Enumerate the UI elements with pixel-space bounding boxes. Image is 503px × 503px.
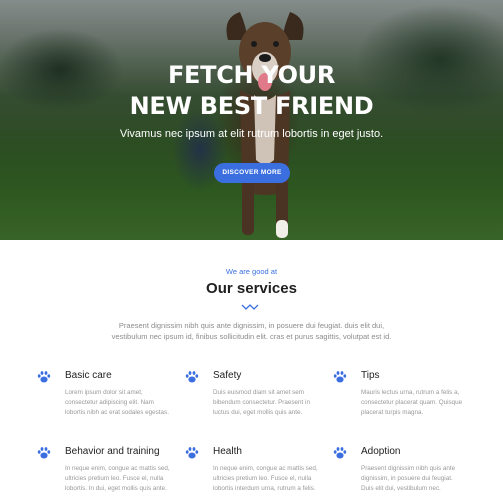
service-description-line: Mauris lectus urna, rutrum a felis a, [361,389,460,396]
service-description-line: consectetur adipiscing elit. Nam [65,399,154,406]
service-description-line: lobortis interdum urna, rutrum a felis. [213,485,316,492]
service-description-line: dignissim, in posuere dui feugiat. [361,475,453,482]
service-title: Adoption [361,446,401,457]
section-eyebrow: We are good at [225,267,278,276]
service-description: In neque enim, congue ac mattis sed, ult… [65,464,195,494]
service-description-line: Lorem ipsum dolor sit amet, [65,389,143,396]
service-description-line: lobortis nibh ac erat sodales egestas. [65,409,169,416]
hero-title-line2: NEW BEST FRIEND [129,92,374,120]
paw-icon [333,371,347,383]
hero-subtitle: Vivamus nec ipsum at elit rutrum loborti… [119,128,384,140]
service-description-line: luctus dui, eget mollis quis ante. [213,409,303,416]
service-description: Lorem ipsum dolor sit amet, consectetur … [65,388,195,418]
service-description-line: ultricies pretium leo. Fusce el, nulla [213,475,312,482]
discover-more-button[interactable]: DISCOVER MORE [214,163,290,183]
service-title: Behavior and training [65,446,160,457]
section-intro: Praesent dignissim nibh quis ante dignis… [105,320,398,342]
service-description-line: In neque enim, congue ac mattis sed, [213,465,318,472]
service-description-line: lobortis. In dui, eget mollis quis ante. [65,485,167,492]
service-description: In neque enim, congue ac mattis sed, ult… [213,464,343,494]
paw-icon [185,371,199,383]
service-description: Duis euismod diam sit amet sem bibendum … [213,388,343,418]
hero-title-line1: FETCH YOUR [167,61,336,89]
service-title: Safety [213,370,242,381]
section-intro-line2: vestibulum nec ipsum id, finibus sollici… [111,332,392,341]
service-description: Mauris lectus urna, rutrum a felis a, co… [361,388,491,418]
service-description: Praesent dignissim nibh quis ante dignis… [361,464,491,494]
wave-divider-icon [241,304,259,310]
paw-icon [185,447,199,459]
service-description-line: consectetur placerat quam. Quisque [361,399,463,406]
dog-photo [226,12,304,238]
hero-title: FETCH YOUR NEW BEST FRIEND [0,60,503,122]
service-title: Health [213,446,242,457]
service-description-line: bibendum consectetur. Praesent in [213,399,310,406]
service-description-line: ultricies pretium leo. Fusce el, nulla [65,475,164,482]
section-title: Our services [206,280,297,297]
service-description-line: Praesent dignissim nibh quis ante [361,465,456,472]
service-title: Basic care [65,370,112,381]
service-description-line: Duis elit dui, vestibulum nec. [361,485,441,492]
service-description-line: placerat turpis magna. [361,409,424,416]
section-intro-line1: Praesent dignissim nibh quis ante dignis… [118,321,385,330]
hero-section: FETCH YOUR NEW BEST FRIEND Vivamus nec i… [0,0,503,240]
service-title: Tips [361,370,380,381]
service-description-line: Duis euismod diam sit amet sem [213,389,304,396]
paw-icon [37,447,51,459]
paw-icon [333,447,347,459]
paw-icon [37,371,51,383]
service-description-line: In neque enim, congue ac mattis sed, [65,465,170,472]
